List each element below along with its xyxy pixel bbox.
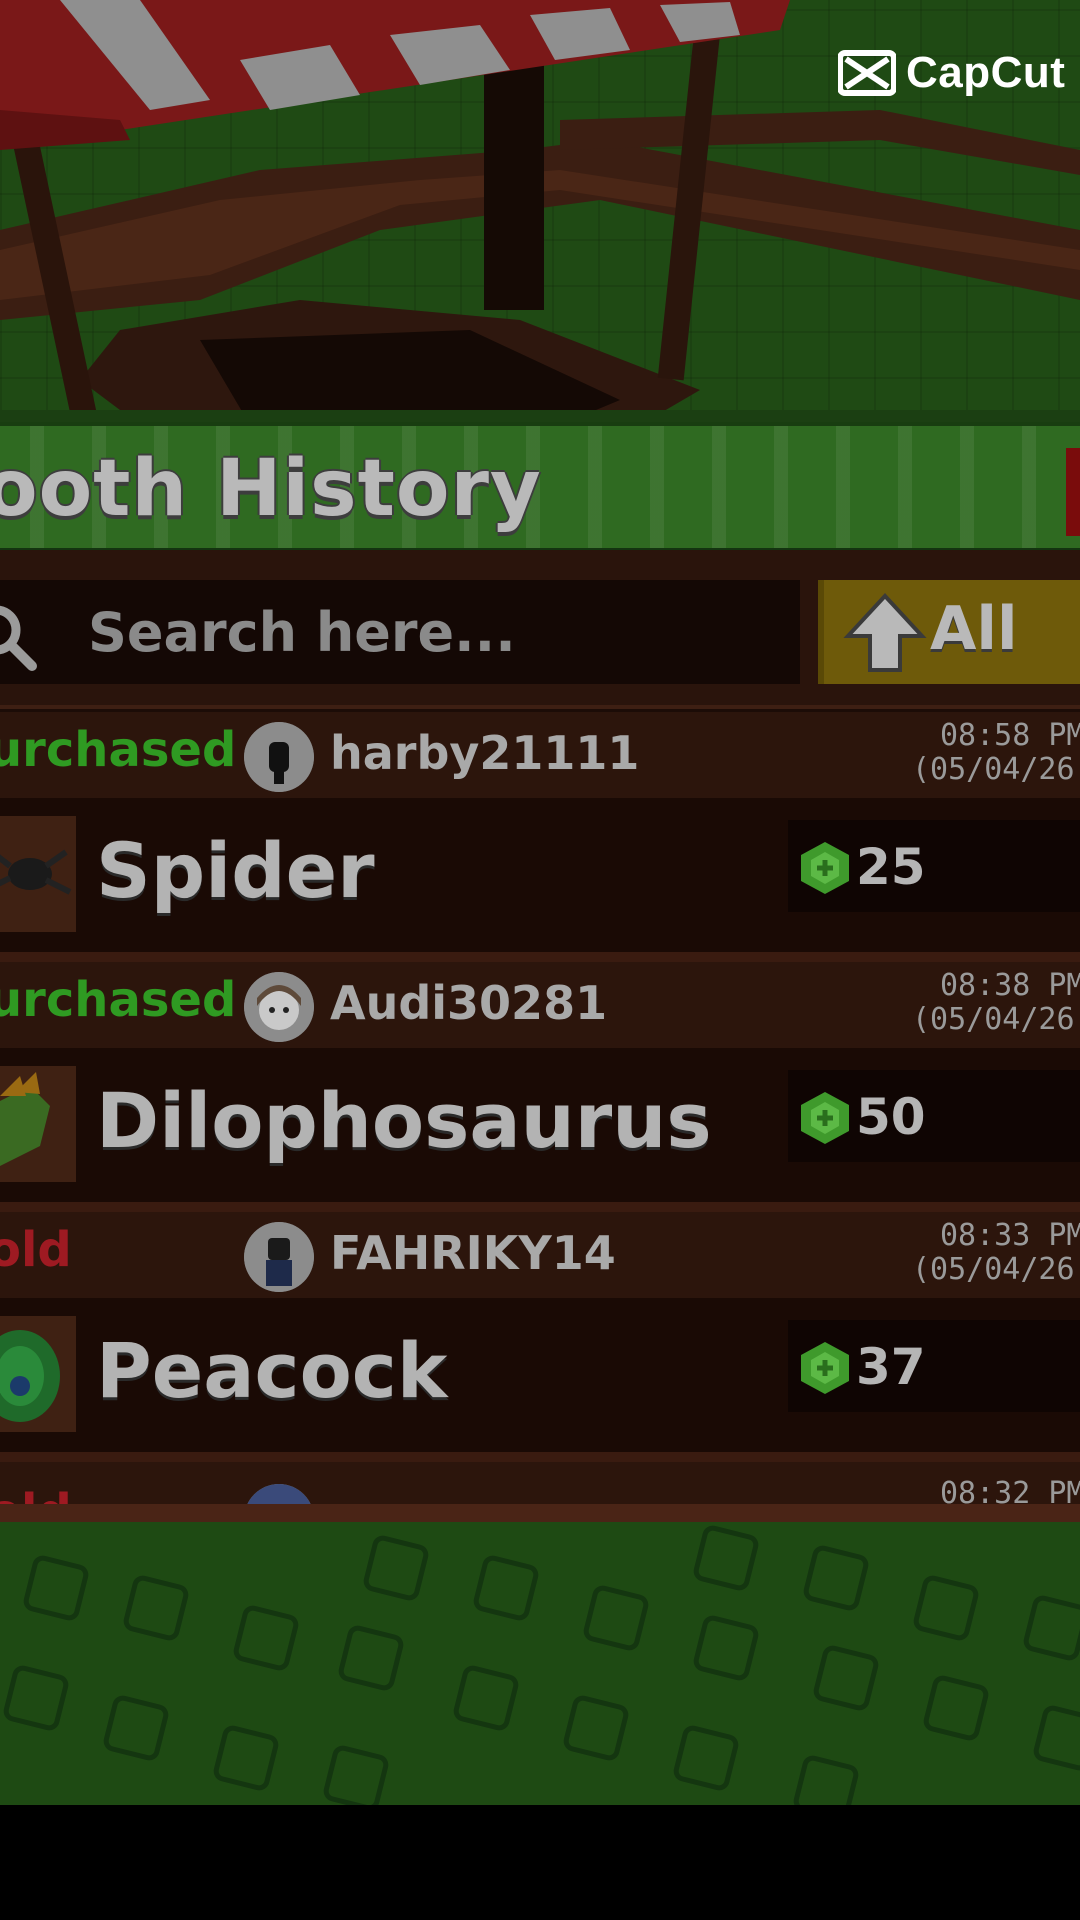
item-name: Dilophosaurus [96,1076,712,1165]
price-tag: 25 [788,820,1080,912]
grass-studs-illustration [3,1525,1080,1805]
letterbox-bar [0,1805,1080,1920]
avatar [244,1222,314,1292]
peacock-icon [0,1330,60,1422]
gem-icon [801,842,849,894]
history-entry[interactable]: urchased Audi30281 08:38 PM (05/04/26 Di… [0,962,1080,1202]
item-thumbnail [0,1316,76,1432]
search-icon [0,605,37,671]
item-thumbnail [0,1066,76,1182]
capcut-logo-icon [838,50,896,96]
entry-username: Audi30281 [330,976,608,1030]
divider [0,1452,1080,1462]
history-entry[interactable]: old 08:32 PM [0,1462,1080,1504]
capcut-watermark: CapCut [838,46,1065,100]
entry-header: old FAHRIKY14 08:33 PM (05/04/26 [0,1212,1080,1298]
list-bottom-edge [0,1504,1080,1522]
history-entry[interactable]: urchased harby21111 08:58 PM (05/04/26 S… [0,712,1080,952]
entry-time: 08:33 PM [940,1218,1080,1253]
panel-title: ooth History [0,444,542,534]
price-tag: 50 [788,1070,1080,1162]
user-avatar-icon [247,1484,311,1504]
entry-time: 08:32 PM [940,1476,1080,1504]
search-input[interactable] [88,596,778,668]
avatar [244,722,314,792]
spider-icon [0,849,72,895]
avatar [244,972,314,1042]
price-value: 37 [856,1338,926,1396]
close-button[interactable] [1066,448,1080,536]
user-avatar-icon [244,1222,314,1292]
item-thumbnail [0,816,76,932]
entry-status: old [0,1222,72,1278]
entry-date: (05/04/26 [912,1002,1075,1037]
grass-ground [0,1522,1080,1805]
screen: ooth History All urchas [0,0,1080,1920]
item-name: Peacock [96,1326,448,1415]
user-avatar-icon [244,972,314,1042]
entry-header: urchased harby21111 08:58 PM (05/04/26 [0,712,1080,798]
history-entry[interactable]: old FAHRIKY14 08:33 PM (05/04/26 Peacock… [0,1212,1080,1452]
watermark-text: CapCut [906,48,1066,97]
item-name: Spider [96,826,375,915]
dinosaur-icon [0,1072,50,1166]
entry-header: urchased Audi30281 08:38 PM (05/04/26 [0,962,1080,1048]
entry-username: FAHRIKY14 [330,1226,616,1280]
price-value: 50 [856,1088,926,1146]
entry-header: old 08:32 PM [0,1462,1080,1504]
search-box[interactable] [0,580,800,684]
entry-time: 08:38 PM [940,968,1080,1003]
search-row: All [0,550,1080,709]
panel-header: ooth History [0,422,1080,554]
filter-label: All [930,594,1018,664]
filter-all-button[interactable]: All [818,580,1080,684]
entry-status: old [0,1484,72,1504]
divider [0,1202,1080,1212]
gem-icon [801,1342,849,1394]
entry-body: Spider 25 [0,798,1080,952]
entry-body: Dilophosaurus 50 [0,1048,1080,1202]
entry-date: (05/04/26 [912,752,1075,787]
entry-body: Peacock 37 [0,1298,1080,1452]
entry-date: (05/04/26 [912,1252,1075,1287]
arrow-up-icon [843,593,927,672]
price-value: 25 [856,838,926,896]
entry-status: urchased [0,972,237,1028]
price-tag: 37 [788,1320,1080,1412]
user-avatar-icon [244,722,314,792]
gem-icon [801,1092,849,1144]
booth-history-panel: ooth History All urchas [0,422,1080,1522]
entry-time: 08:58 PM [940,718,1080,753]
divider [0,952,1080,962]
avatar [244,1484,314,1504]
entry-status: urchased [0,722,237,778]
entry-username: harby21111 [330,726,640,780]
